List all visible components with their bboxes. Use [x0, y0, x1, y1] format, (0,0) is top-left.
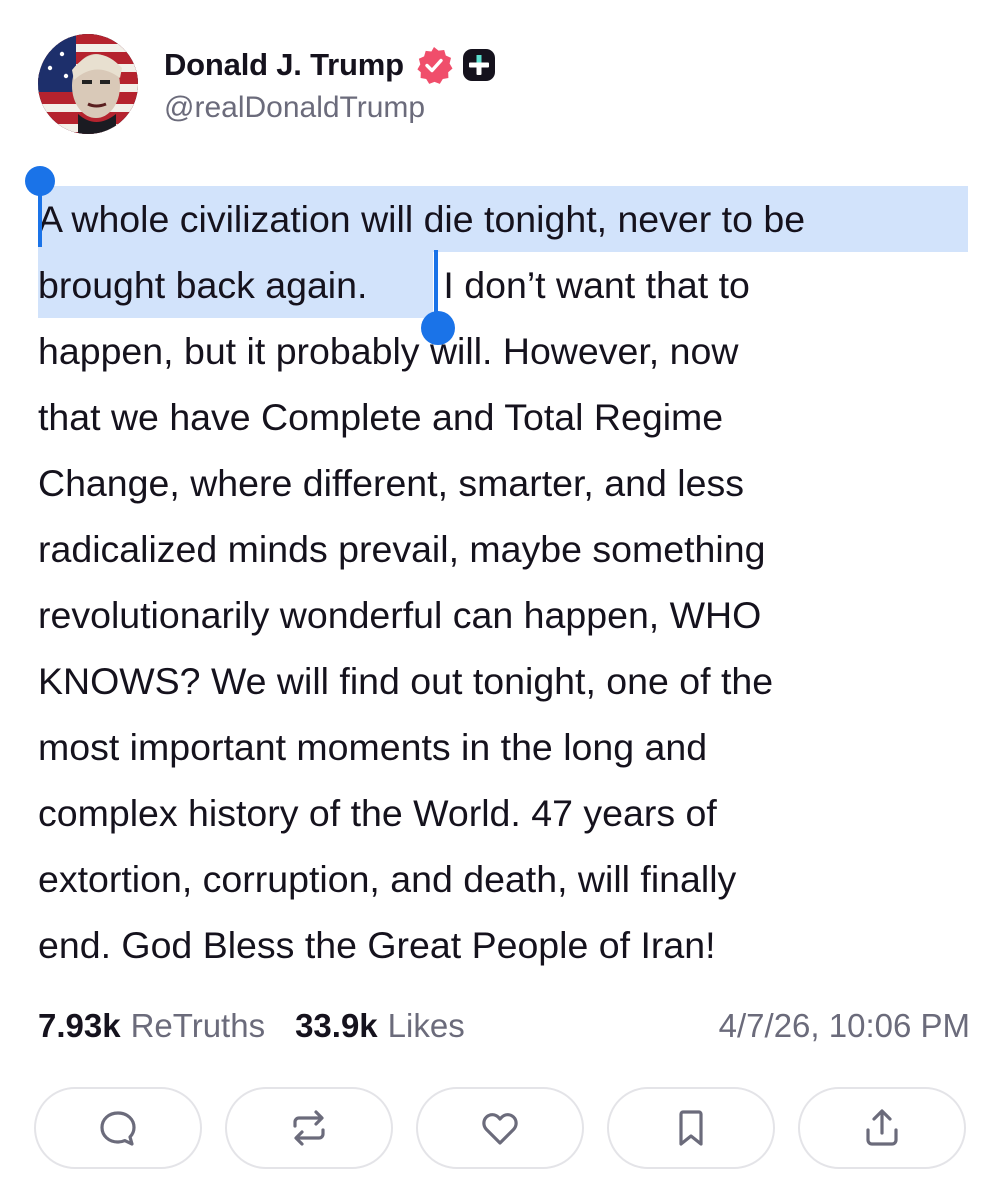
action-bar	[34, 1087, 966, 1169]
selection-start-handle[interactable]	[22, 163, 58, 247]
post-line: most important moments in the long and	[38, 726, 708, 768]
retruth-icon	[293, 1110, 325, 1146]
like-button[interactable]	[416, 1087, 584, 1169]
display-name[interactable]: Donald J. Trump	[164, 47, 404, 83]
selected-text[interactable]: brought back again.	[38, 252, 433, 318]
avatar-image	[38, 34, 138, 134]
bookmark-icon	[679, 1110, 703, 1146]
avatar[interactable]	[38, 34, 138, 134]
post-line: brought back again. I don’t want that to	[38, 252, 978, 318]
post-line: radicalized minds prevail, maybe somethi…	[38, 528, 766, 570]
truth-plus-icon	[462, 48, 496, 82]
post-stats: 7.93k ReTruths 33.9k Likes 4/7/26, 10:06…	[38, 1002, 970, 1050]
post-line: happen, but it probably will. However, n…	[38, 330, 739, 372]
like-icon	[482, 1113, 518, 1145]
retruth-button[interactable]	[225, 1087, 393, 1169]
post-line: complex history of the World. 47 years o…	[38, 792, 717, 834]
post-text-fragment: I don’t want that to	[433, 264, 750, 306]
post-header: Donald J. Trump @realDonaldTrump	[38, 34, 496, 134]
likes-label[interactable]: Likes	[388, 1007, 465, 1045]
post-text: A whole civilization will die tonight, n…	[38, 186, 978, 978]
author-handle[interactable]: @realDonaldTrump	[164, 91, 496, 125]
share-icon	[866, 1109, 898, 1146]
post-line: Change, where different, smarter, and le…	[38, 462, 744, 504]
post-line: KNOWS? We will find out tonight, one of …	[38, 660, 774, 702]
post-timestamp: 4/7/26, 10:06 PM	[718, 1007, 970, 1044]
selected-text[interactable]: A whole civilization will die tonight, n…	[38, 186, 968, 252]
post-line: end. God Bless the Great People of Iran!	[38, 924, 716, 966]
verified-badge-icon	[414, 45, 454, 85]
author-block: Donald J. Trump @realDonaldTrump	[164, 43, 496, 125]
retruths-count[interactable]: 7.93k	[38, 1007, 121, 1045]
post-line: revolutionarily wonderful can happen, WH…	[38, 594, 762, 636]
bookmark-button[interactable]	[607, 1087, 775, 1169]
reply-icon	[100, 1111, 136, 1146]
post-line: that we have Complete and Total Regime	[38, 396, 724, 438]
reply-button[interactable]	[34, 1087, 202, 1169]
post-line: A whole civilization will die tonight, n…	[38, 186, 978, 252]
likes-count[interactable]: 33.9k	[295, 1007, 378, 1045]
post-line: extortion, corruption, and death, will f…	[38, 858, 737, 900]
retruths-label[interactable]: ReTruths	[131, 1007, 265, 1045]
share-button[interactable]	[798, 1087, 966, 1169]
selection-end-handle[interactable]	[418, 250, 458, 350]
